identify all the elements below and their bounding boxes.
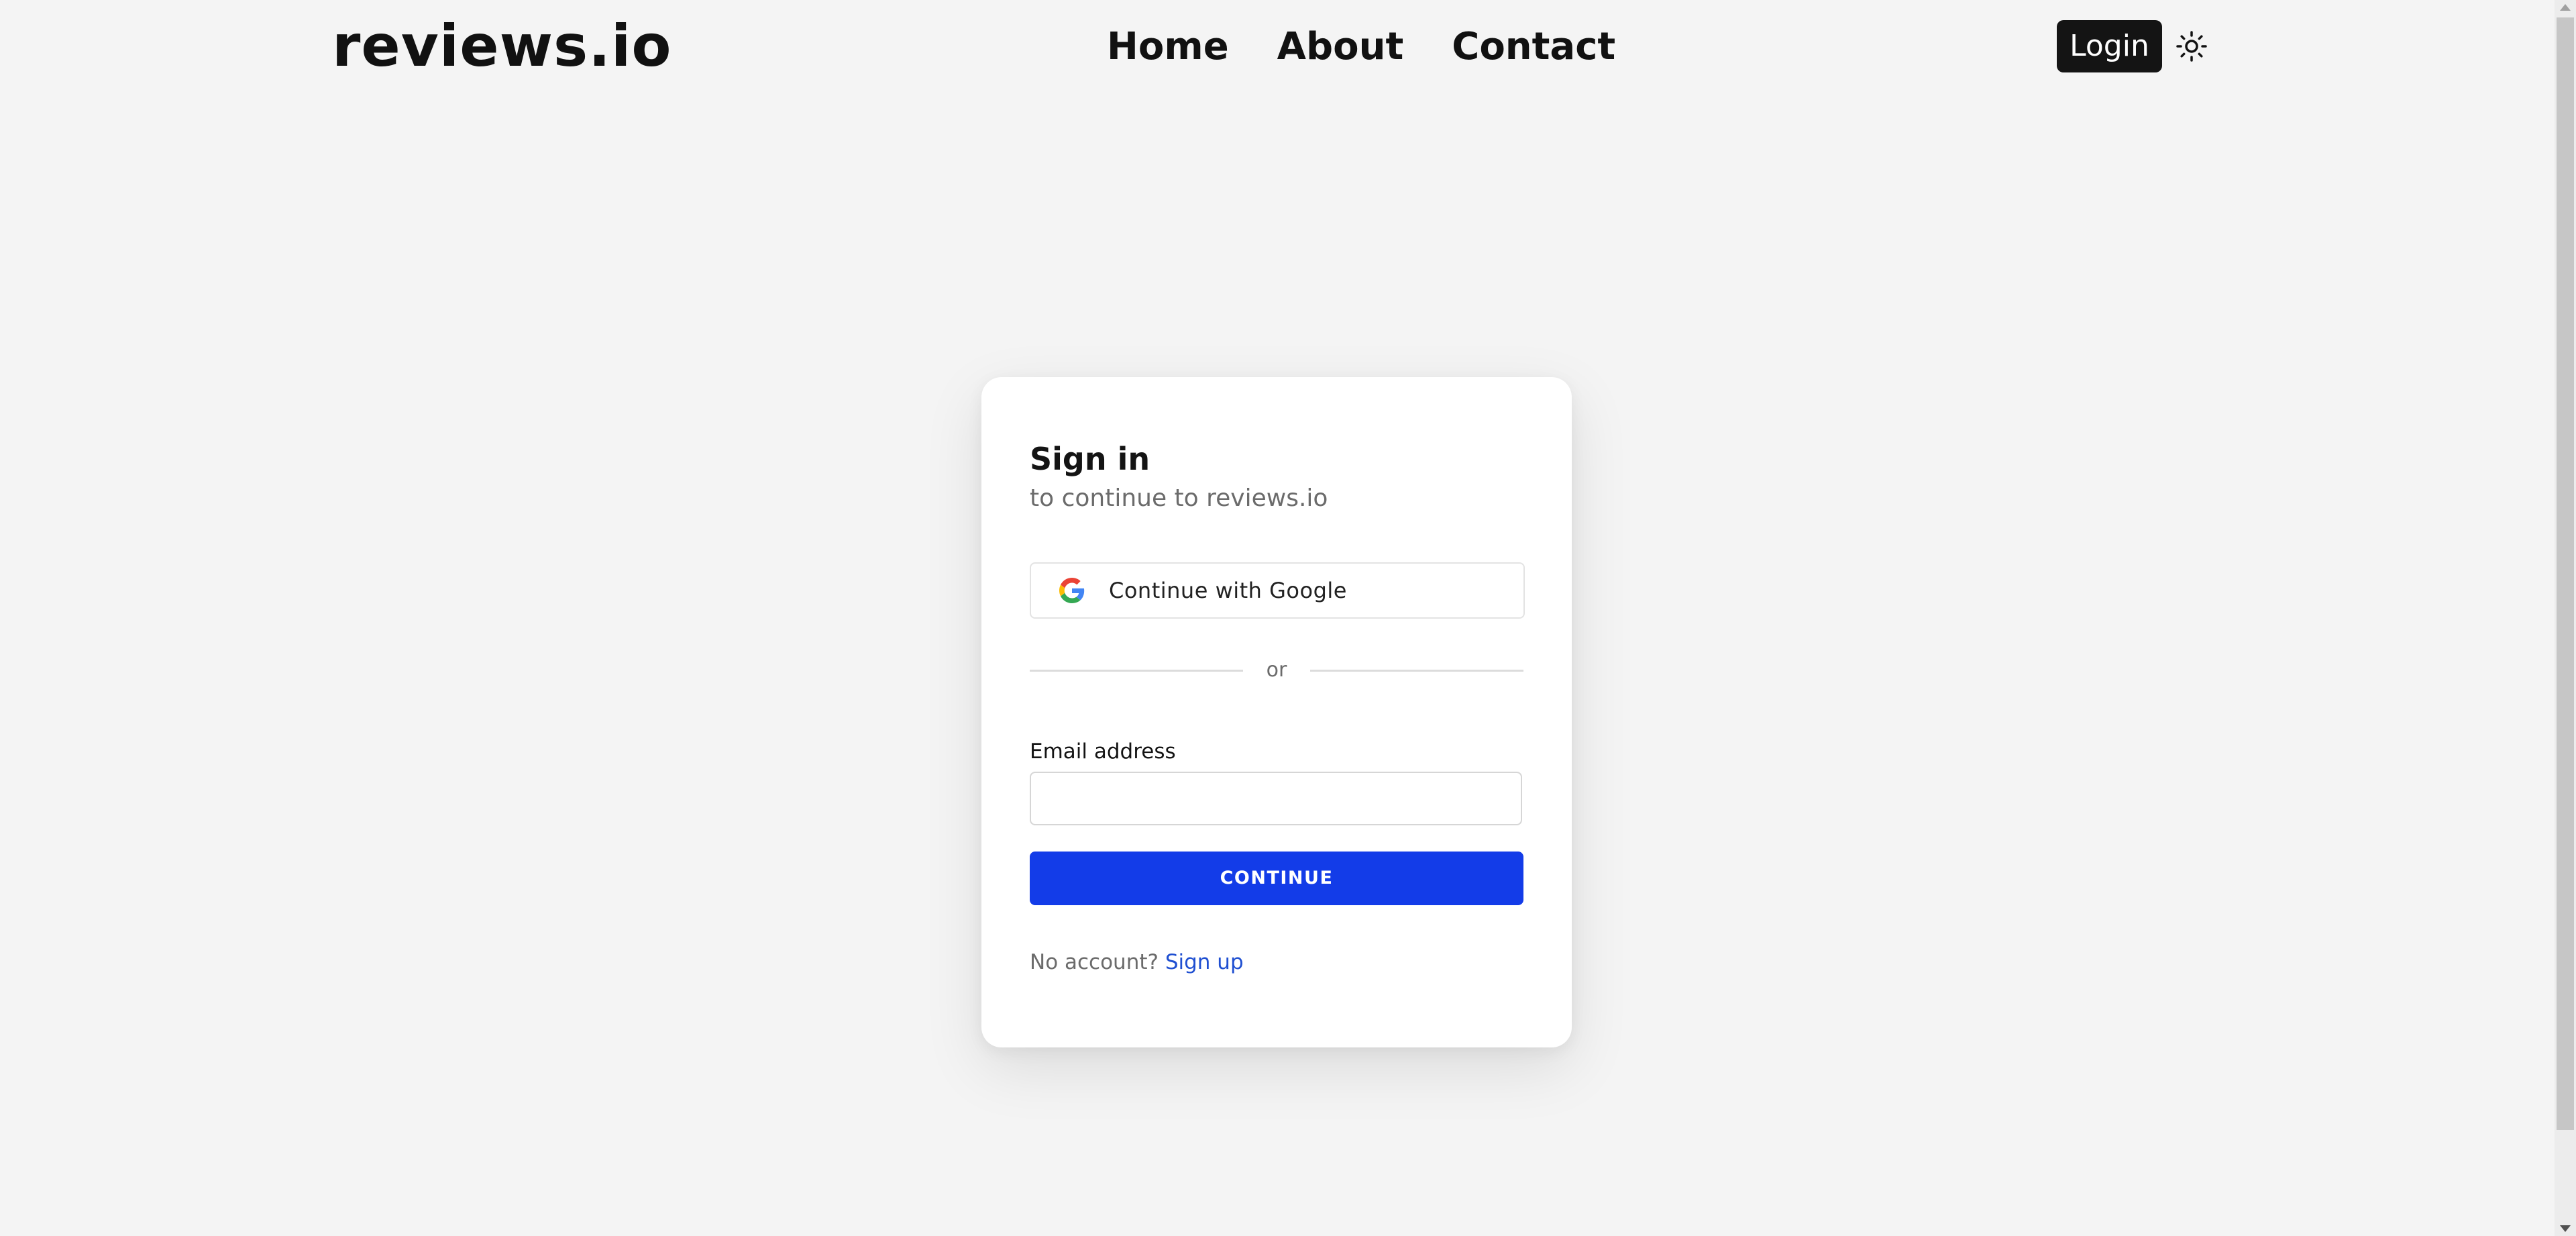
nav-home-link[interactable]: Home bbox=[1107, 17, 1229, 77]
or-divider: or bbox=[1030, 654, 1523, 687]
no-account-text: No account? bbox=[1030, 950, 1159, 974]
sun-icon[interactable] bbox=[2175, 30, 2208, 63]
main-nav: Home About Contact bbox=[1107, 17, 1615, 77]
divider-line-right bbox=[1310, 670, 1523, 672]
email-field[interactable] bbox=[1030, 772, 1522, 825]
page: reviews.io Home About Contact Login Sign… bbox=[0, 0, 2576, 1236]
nav-contact-link[interactable]: Contact bbox=[1452, 17, 1615, 77]
login-button[interactable]: Login bbox=[2057, 20, 2162, 72]
signin-title: Sign in bbox=[1030, 441, 1150, 477]
continue-with-google-button[interactable]: Continue with Google bbox=[1030, 562, 1525, 619]
signup-link[interactable]: Sign up bbox=[1165, 950, 1244, 974]
top-header: reviews.io Home About Contact Login bbox=[0, 0, 2555, 94]
scroll-down-arrow-icon[interactable] bbox=[2560, 1225, 2571, 1232]
brand-logo[interactable]: reviews.io bbox=[332, 9, 672, 83]
google-button-label: Continue with Google bbox=[1109, 578, 1347, 603]
signin-card: Sign in to continue to reviews.io Contin… bbox=[981, 377, 1572, 1047]
continue-button[interactable]: CONTINUE bbox=[1030, 852, 1523, 905]
scroll-up-arrow-icon[interactable] bbox=[2560, 4, 2571, 11]
scrollbar-thumb[interactable] bbox=[2557, 17, 2574, 1130]
signup-prompt: No account? Sign up bbox=[1030, 947, 1244, 977]
google-icon bbox=[1059, 578, 1085, 603]
page-scrollbar[interactable] bbox=[2555, 0, 2576, 1236]
email-label: Email address bbox=[1030, 739, 1176, 764]
signin-subtitle: to continue to reviews.io bbox=[1030, 484, 1328, 512]
nav-about-link[interactable]: About bbox=[1277, 17, 1404, 77]
